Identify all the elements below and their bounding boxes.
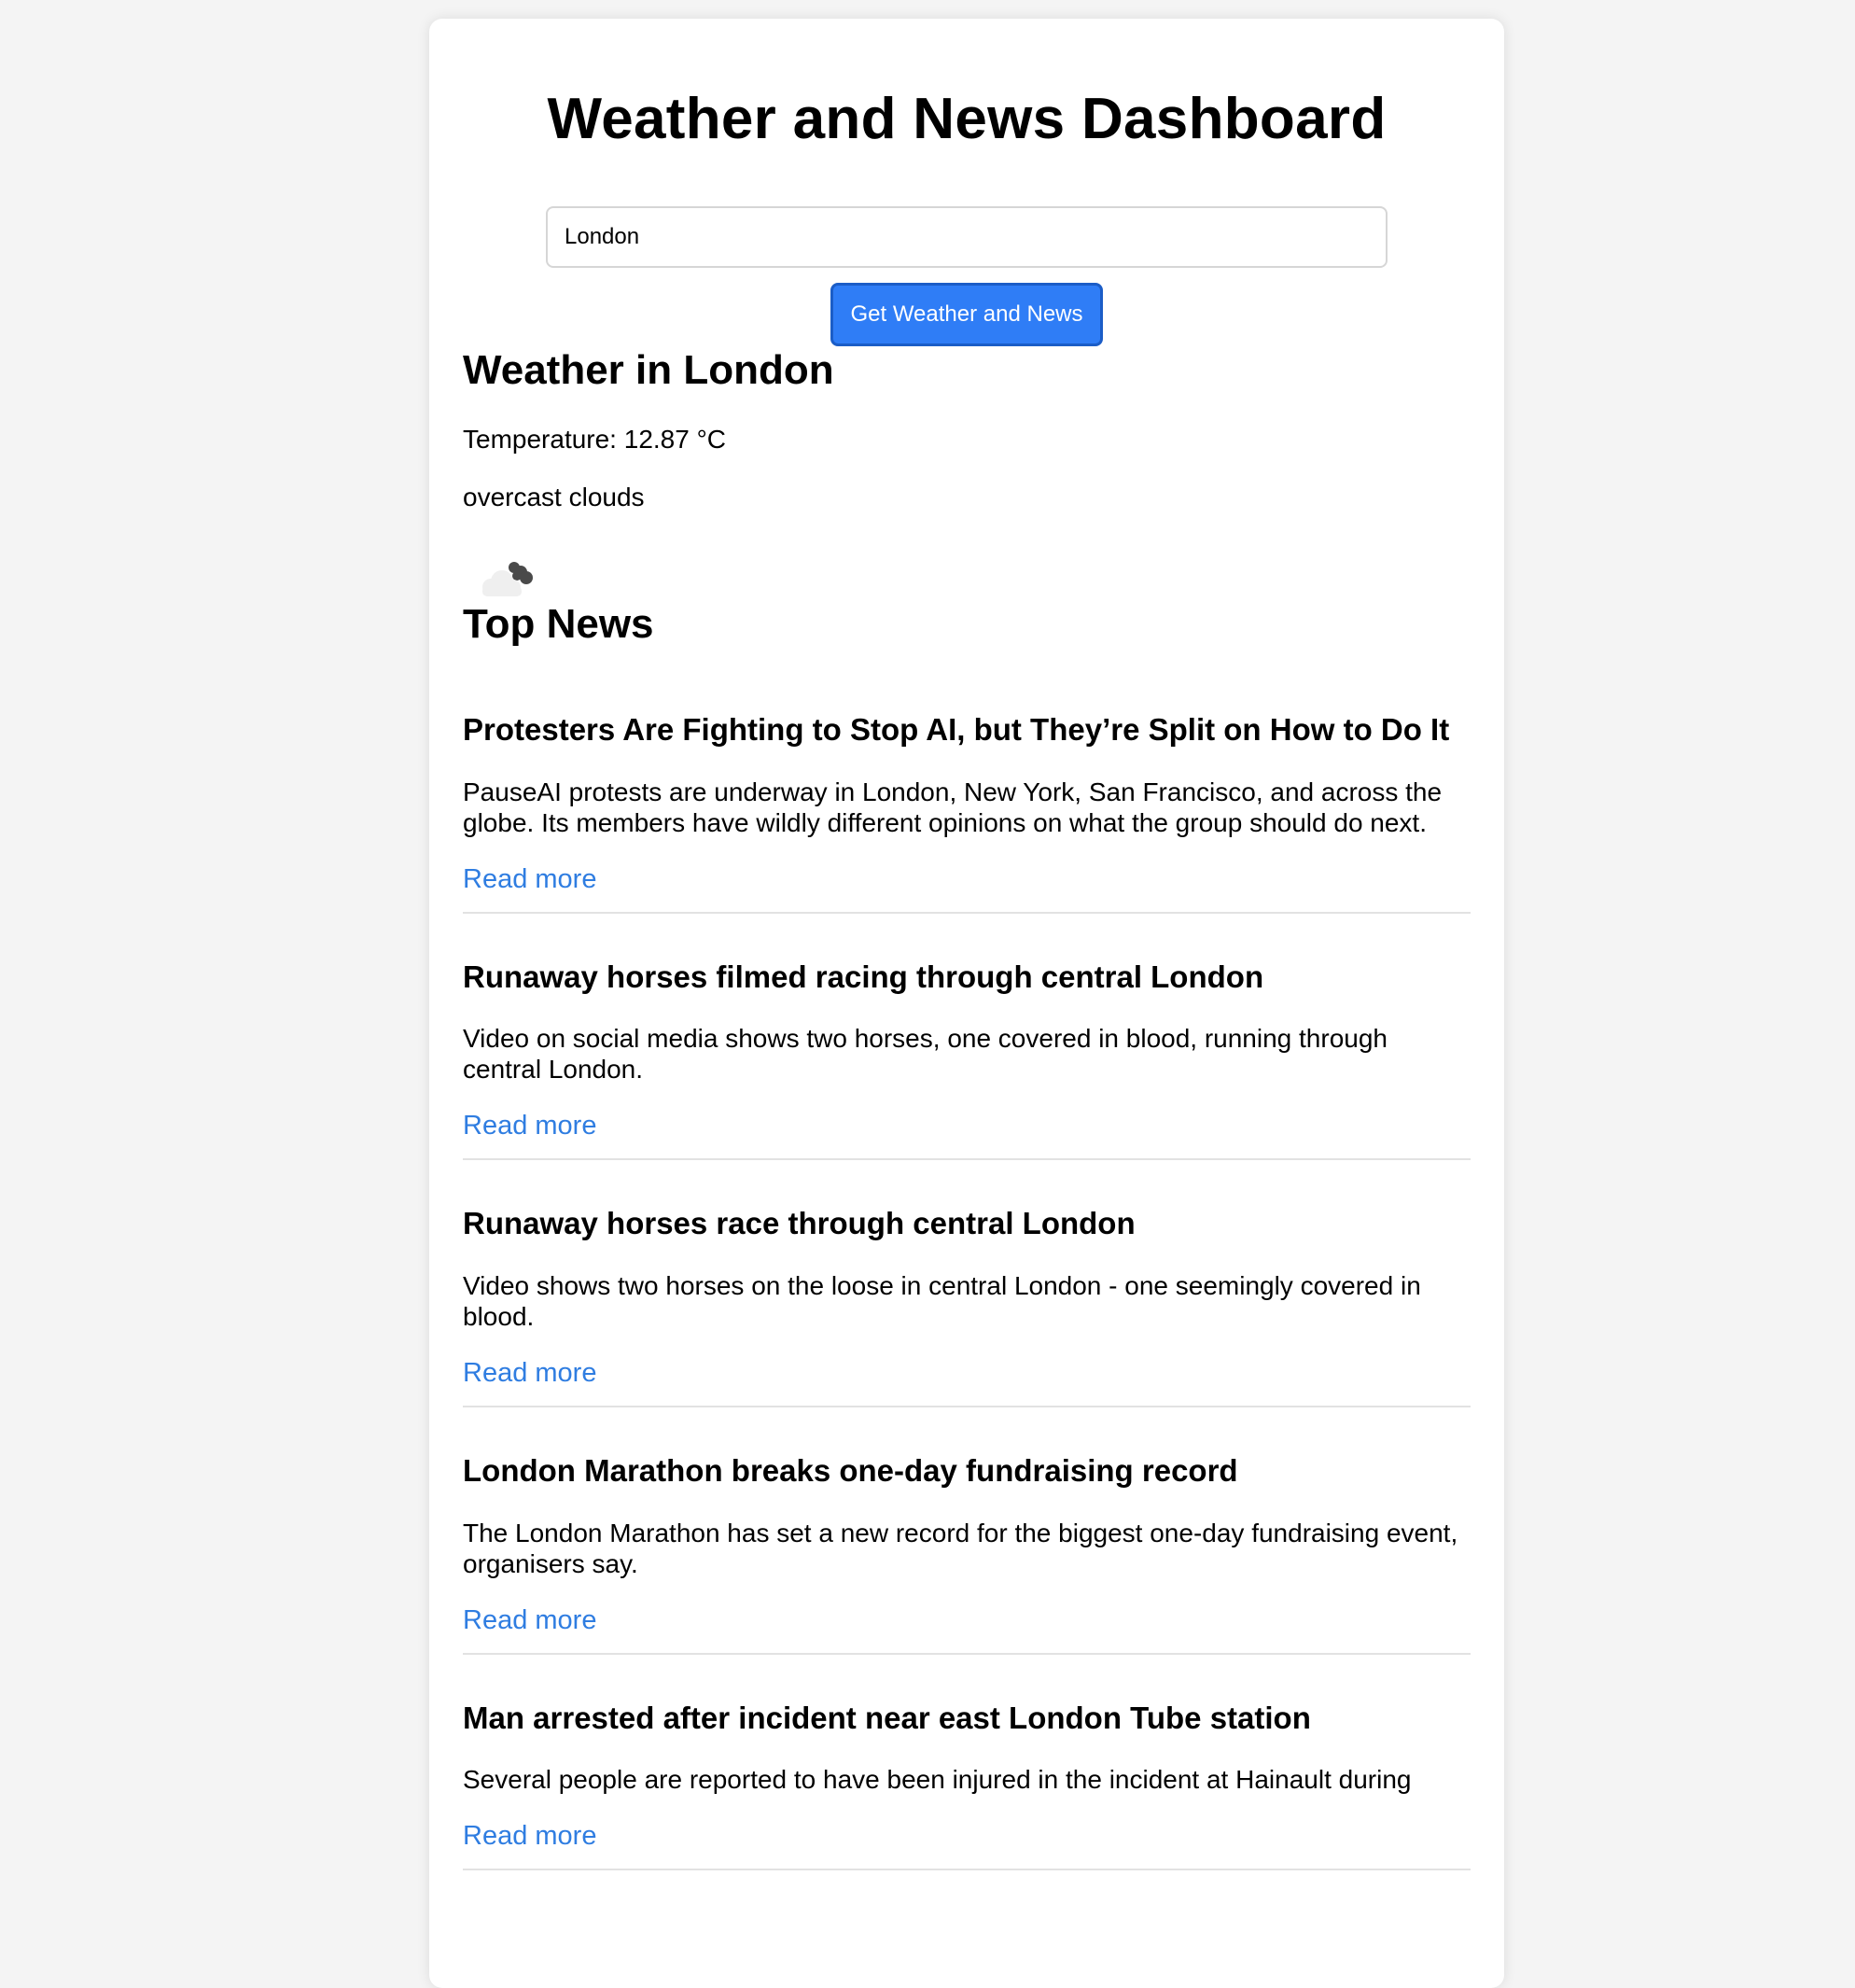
temperature-text: Temperature: 12.87 °C xyxy=(463,425,727,455)
read-more-link[interactable]: Read more xyxy=(463,1111,596,1141)
news-description: The London Marathon has set a new record… xyxy=(463,1518,1458,1578)
read-more-link[interactable]: Read more xyxy=(463,1821,596,1852)
news-item: Runaway horses filmed racing through cen… xyxy=(463,959,1471,1161)
news-item: Protesters Are Fighting to Stop AI, but … xyxy=(463,711,1471,914)
news-description: PauseAI protests are underway in London,… xyxy=(463,777,1443,837)
news-description: Several people are reported to have been… xyxy=(463,1765,1412,1795)
search-row xyxy=(463,206,1471,269)
city-input[interactable] xyxy=(546,206,1388,269)
overcast-clouds-icon xyxy=(482,562,533,597)
news-title: Runaway horses race through central Lond… xyxy=(463,1206,1136,1241)
read-more-link[interactable]: Read more xyxy=(463,1605,596,1636)
news-title: Runaway horses filmed racing through cen… xyxy=(463,959,1264,994)
page-title: Weather and News Dashboard xyxy=(547,87,1387,151)
news-item: Man arrested after incident near east Lo… xyxy=(463,1700,1471,1871)
news-title: Protesters Are Fighting to Stop AI, but … xyxy=(463,712,1450,748)
read-more-link[interactable]: Read more xyxy=(463,1358,596,1389)
weather-heading: Weather in London xyxy=(463,347,834,394)
news-title: London Marathon breaks one-day fundraisi… xyxy=(463,1453,1238,1489)
weather-description: overcast clouds xyxy=(463,482,645,511)
news-description: Video on social media shows two horses, … xyxy=(463,1024,1388,1085)
dashboard-card: Weather and News Dashboard Get Weather a… xyxy=(429,19,1504,1988)
news-description: Video shows two horses on the loose in c… xyxy=(463,1270,1421,1332)
button-row: Get Weather and News xyxy=(463,283,1471,347)
news-title: Man arrested after incident near east Lo… xyxy=(463,1700,1311,1735)
news-section: Top News Protesters Are Fighting to Stop… xyxy=(463,600,1471,1871)
read-more-link[interactable]: Read more xyxy=(463,864,596,895)
news-item: London Marathon breaks one-day fundraisi… xyxy=(463,1452,1471,1655)
get-weather-and-news-button[interactable]: Get Weather and News xyxy=(830,283,1103,347)
news-item: Runaway horses race through central Lond… xyxy=(463,1205,1471,1408)
weather-section: Weather in London Temperature: 12.87 °C … xyxy=(463,346,1471,600)
news-heading: Top News xyxy=(463,601,654,648)
news-list: Protesters Are Fighting to Stop AI, but … xyxy=(463,711,1471,1871)
